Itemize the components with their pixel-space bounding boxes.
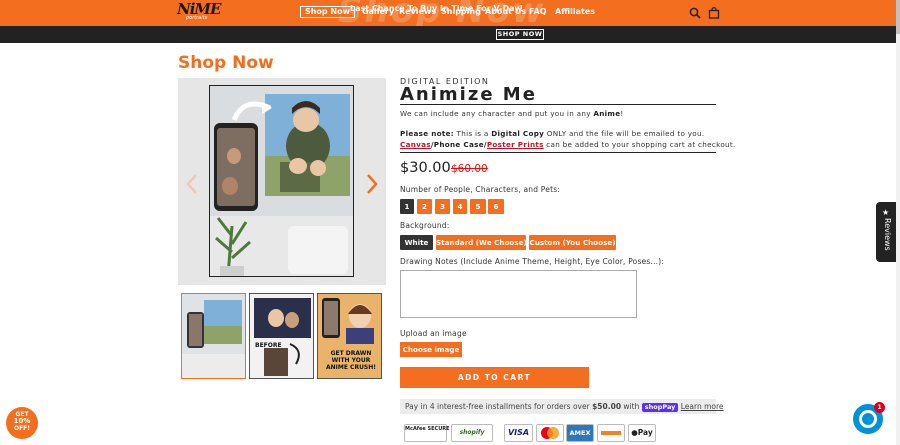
product-name: Animize Me: [400, 84, 537, 105]
mcafee-badge: McAfee SECURE: [404, 424, 450, 442]
scrollbar-thumb[interactable]: [896, 0, 900, 34]
amex-badge: AMEX: [566, 424, 594, 442]
thumbnail-2[interactable]: BEFORE: [249, 293, 314, 379]
announcement-text: Last Chance To Buy In Time For V-Day!: [350, 4, 524, 13]
poster-prints-link[interactable]: Poster Prints: [487, 140, 544, 149]
shop-pay-logo: shopPay: [641, 402, 679, 412]
compare-at-price: $60.00: [451, 163, 488, 175]
apple-pay-badge: ●Pay: [628, 424, 656, 442]
note-bold: Digital Copy: [491, 129, 545, 138]
shopping-bag-icon[interactable]: [708, 7, 720, 19]
note-text-b: ONLY and the file will be emailed to you…: [544, 129, 705, 138]
nav-affiliates[interactable]: Affiliates: [555, 6, 595, 18]
product-illustration: [210, 86, 353, 276]
chevron-right-icon[interactable]: [364, 172, 380, 196]
visa-badge: VISA: [504, 424, 533, 442]
note-text-c: can be added to your shopping cart at ch…: [543, 140, 736, 149]
page-title: Shop Now: [178, 53, 274, 73]
announcement-bar: [0, 26, 896, 43]
page-scrollbar[interactable]: [896, 0, 900, 445]
product-image-frame: [209, 85, 354, 277]
background-label: Background:: [400, 221, 450, 230]
phone-case-text: Phone Case: [433, 140, 484, 149]
installments-amount: $50.00: [592, 402, 622, 411]
canvas-link[interactable]: Canvas: [400, 140, 431, 149]
divider-bottom: [400, 152, 716, 153]
product-note-line-2: Canvas/Phone Case/Poster Prints can be a…: [400, 140, 736, 149]
description-bold: Anime: [593, 109, 621, 118]
mastercard-icon: [541, 427, 559, 439]
mastercard-badge: [536, 424, 564, 442]
chevron-left-icon[interactable]: [184, 172, 200, 196]
description-text: We can include any character and put you…: [400, 109, 594, 118]
page: NiME portraits Shop Now Shop Now Gallery…: [0, 0, 900, 445]
thumbnail-2-image: [250, 294, 313, 378]
people-option-4[interactable]: 4: [453, 199, 467, 214]
star-icon: ★: [882, 208, 890, 217]
promo-line-2: 10%: [13, 417, 31, 425]
people-option-3[interactable]: 3: [435, 199, 450, 214]
installments-bar: Pay in 4 interest-free installments for …: [400, 399, 724, 414]
product-note-line-1: Please note: This is a Digital Copy ONLY…: [400, 129, 704, 138]
thumbnail-3-caption: GET DRAWN WITH YOUR ANIME CRUSH!: [325, 350, 377, 371]
drawing-notes-label: Drawing Notes (Include Anime Theme, Heig…: [400, 257, 665, 266]
thumbnail-3[interactable]: GET DRAWN WITH YOUR ANIME CRUSH!: [317, 293, 382, 379]
learn-more-link[interactable]: Learn more: [681, 402, 724, 411]
background-option-standard[interactable]: Standard (We Choose): [436, 235, 527, 250]
apple-pay-text: Pay: [637, 428, 653, 437]
thumbnail-1[interactable]: [181, 293, 246, 379]
people-option-5[interactable]: 5: [470, 199, 486, 214]
add-to-cart-button[interactable]: ADD TO CART: [400, 367, 589, 388]
promo-line-3: OFF!: [13, 425, 31, 432]
product-description: We can include any character and put you…: [400, 109, 624, 118]
site-logo[interactable]: NiME portraits: [177, 1, 221, 21]
product-price: $30.00: [400, 160, 451, 176]
discover-badge: [597, 424, 625, 442]
drawing-notes-textarea[interactable]: [400, 270, 637, 318]
thumbnail-1-image: [182, 294, 245, 378]
note-label: Please note:: [400, 129, 454, 138]
installments-text: Pay in 4 interest-free installments for …: [405, 402, 593, 411]
thumbnail-2-caption: BEFORE: [255, 342, 282, 349]
upload-image-label: Upload an image: [400, 329, 467, 338]
installments-with: with: [621, 402, 642, 411]
nav-faq[interactable]: FAQ: [529, 6, 547, 18]
people-option-2[interactable]: 2: [417, 199, 432, 214]
background-option-white[interactable]: White: [400, 235, 433, 250]
chat-notification-badge: 1: [874, 402, 885, 413]
logo-subtext: portraits: [186, 15, 208, 21]
shopify-badge: shopify: [451, 424, 493, 442]
reviews-tab-label: Reviews: [883, 218, 892, 251]
divider-top: [400, 104, 716, 105]
note-text-a: This is a: [453, 129, 492, 138]
announcement-shop-now-button[interactable]: SHOP NOW: [496, 29, 544, 40]
description-suffix: !: [620, 109, 624, 118]
nav-shop-now[interactable]: Shop Now: [300, 6, 355, 18]
people-option-1[interactable]: 1: [400, 199, 414, 214]
discover-icon: [601, 431, 621, 435]
search-icon[interactable]: [689, 7, 701, 19]
background-option-custom[interactable]: Custom (You Choose): [529, 235, 616, 250]
people-count-label: Number of People, Characters, and Pets:: [400, 185, 561, 194]
discount-promo-badge[interactable]: GET 10% OFF!: [6, 407, 38, 439]
people-option-6[interactable]: 6: [488, 199, 504, 214]
choose-image-button[interactable]: Choose image: [400, 342, 462, 357]
